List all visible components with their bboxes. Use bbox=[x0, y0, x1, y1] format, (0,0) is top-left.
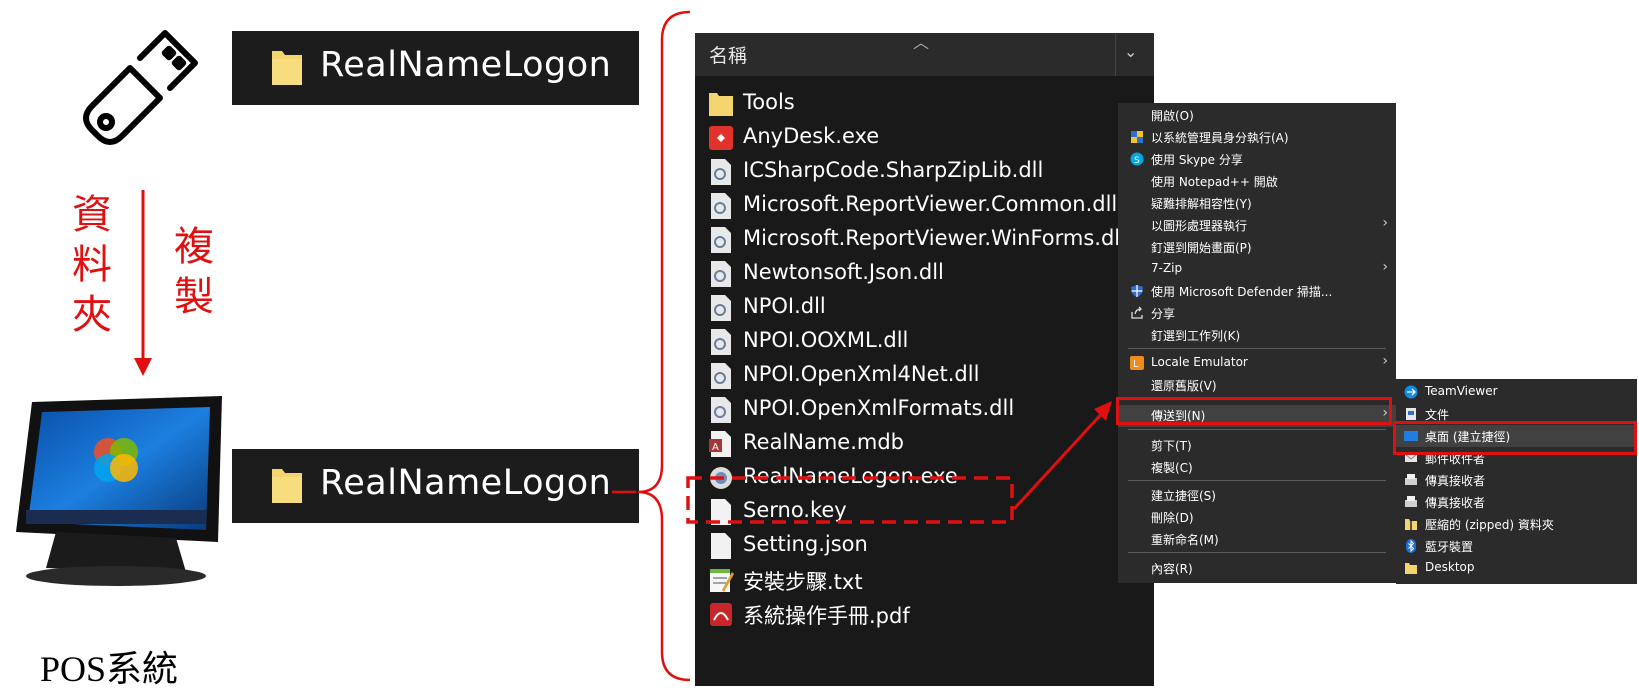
menu-item-skype-share[interactable]: S 使用 Skype 分享 bbox=[1118, 149, 1396, 169]
anydesk-icon bbox=[709, 126, 733, 150]
pos-folder-bar: RealNameLogon bbox=[232, 449, 639, 523]
context-menu: 開啟(O) 以系統管理員身分執行(A) S 使用 Skype 分享 使用 Not… bbox=[1118, 103, 1396, 583]
menu-item-pin-taskbar[interactable]: 釘選到工作列(K) bbox=[1118, 325, 1396, 345]
menu-item-run-as-admin[interactable]: 以系統管理員身分執行(A) bbox=[1118, 127, 1396, 147]
menu-separator bbox=[1128, 429, 1386, 430]
dll-icon bbox=[711, 295, 731, 321]
folder-icon bbox=[272, 51, 302, 85]
pos-system-label: POS系統 bbox=[40, 649, 179, 689]
usb-folder-bar: RealNameLogon bbox=[232, 31, 639, 105]
desktop-shortcut-highlight-box bbox=[1393, 421, 1637, 455]
menu-item-notepadpp[interactable]: 使用 Notepad++ 開啟 bbox=[1118, 171, 1396, 191]
sort-ascending-icon: ︿ bbox=[913, 33, 930, 52]
chevron-right-icon: › bbox=[1382, 215, 1388, 231]
dll-icon bbox=[711, 261, 731, 287]
skype-icon: S bbox=[1130, 152, 1144, 166]
file-item-dll[interactable]: Newtonsoft.Json.dll bbox=[708, 257, 1148, 291]
file-item-dll[interactable]: ICSharpCode.SharpZipLib.dll bbox=[708, 155, 1148, 189]
chevron-down-icon[interactable]: ⌄ bbox=[1124, 42, 1137, 61]
document-icon bbox=[1406, 408, 1416, 420]
menu-item-cut[interactable]: 剪下(T) bbox=[1118, 435, 1396, 455]
menu-item-delete[interactable]: 刪除(D) bbox=[1118, 507, 1396, 527]
send-to-zip-folder[interactable]: 壓縮的 (zipped) 資料夾 bbox=[1396, 513, 1637, 535]
file-item-dll[interactable]: NPOI.OOXML.dll bbox=[708, 325, 1148, 359]
menu-item-properties[interactable]: 內容(R) bbox=[1118, 558, 1396, 578]
menu-item-open[interactable]: 開啟(O) bbox=[1118, 105, 1396, 125]
column-header-name[interactable]: ︿ 名稱 ⌄ bbox=[695, 33, 1154, 76]
copy-caption-left: 資 料 夾 bbox=[72, 192, 112, 338]
svg-text:S: S bbox=[1134, 156, 1140, 166]
folder-name: RealNameLogon bbox=[320, 463, 612, 503]
pdf-icon bbox=[710, 603, 732, 626]
menu-item-restore-previous[interactable]: 還原舊版(V) bbox=[1118, 375, 1396, 395]
send-to-submenu: TeamViewer 文件 桌面 (建立捷徑) 郵件收件者 傳真接收者 傳真接收… bbox=[1396, 379, 1637, 584]
menu-separator bbox=[1128, 480, 1386, 481]
svg-text:L: L bbox=[1133, 359, 1139, 370]
usb-drive-icon bbox=[83, 30, 198, 145]
bluetooth-icon bbox=[1406, 539, 1416, 553]
blank-file-icon bbox=[711, 533, 731, 559]
exe-highlight-box bbox=[686, 476, 1014, 524]
teamviewer-icon bbox=[1404, 385, 1418, 399]
send-to-arrow bbox=[1012, 401, 1112, 511]
menu-item-run-with-gpu[interactable]: 以圖形處理器執行 › bbox=[1118, 215, 1396, 235]
file-explorer-pane: ︿ 名稱 ⌄ Tools AnyDesk.exe ICSharpCode.Sha… bbox=[695, 33, 1154, 686]
pos-terminal-icon bbox=[16, 396, 222, 586]
send-to-bluetooth[interactable]: 藍牙裝置 bbox=[1396, 535, 1637, 557]
menu-separator bbox=[1128, 552, 1386, 553]
file-item-anydesk[interactable]: AnyDesk.exe bbox=[708, 121, 1148, 155]
file-item-json[interactable]: Setting.json bbox=[708, 529, 1148, 563]
menu-item-share[interactable]: 分享 bbox=[1118, 303, 1396, 323]
contents-brace bbox=[612, 10, 691, 682]
dll-icon bbox=[711, 159, 731, 185]
dll-icon bbox=[711, 397, 731, 423]
file-item-pdf[interactable]: 系統操作手冊.pdf bbox=[708, 597, 1148, 631]
dll-icon bbox=[711, 193, 731, 219]
folder-icon bbox=[272, 469, 302, 503]
column-separator bbox=[1115, 33, 1116, 76]
send-to-fax-recipient[interactable]: 傳真接收者 bbox=[1396, 491, 1637, 513]
notepad-icon bbox=[710, 569, 734, 592]
folder-name: RealNameLogon bbox=[320, 45, 612, 85]
folder-icon bbox=[1405, 563, 1417, 574]
zip-folder-icon bbox=[1405, 519, 1417, 530]
folder-icon bbox=[709, 93, 733, 116]
fax-icon bbox=[1405, 474, 1417, 485]
menu-item-create-shortcut[interactable]: 建立捷徑(S) bbox=[1118, 485, 1396, 505]
menu-item-defender-scan[interactable]: 使用 Microsoft Defender 掃描... bbox=[1118, 281, 1396, 301]
copy-arrow bbox=[134, 190, 152, 376]
dll-icon bbox=[711, 227, 731, 253]
send-to-teamviewer[interactable]: TeamViewer bbox=[1396, 381, 1637, 403]
shield-icon bbox=[1131, 131, 1143, 143]
file-item-dll[interactable]: NPOI.dll bbox=[708, 291, 1148, 325]
chevron-right-icon: › bbox=[1382, 259, 1388, 275]
menu-item-7zip[interactable]: 7-Zip › bbox=[1118, 259, 1396, 279]
send-to-fax-recipient[interactable]: 傳真接收者 bbox=[1396, 469, 1637, 491]
menu-item-troubleshoot[interactable]: 疑難排解相容性(Y) bbox=[1118, 193, 1396, 213]
file-item-dll[interactable]: Microsoft.ReportViewer.Common.dll bbox=[708, 189, 1148, 223]
access-db-icon: A bbox=[709, 431, 731, 457]
file-item-dll[interactable]: Microsoft.ReportViewer.WinForms.dll bbox=[708, 223, 1148, 257]
file-item-dll[interactable]: NPOI.OpenXml4Net.dll bbox=[708, 359, 1148, 393]
chevron-right-icon: › bbox=[1382, 353, 1388, 369]
defender-icon bbox=[1131, 285, 1143, 297]
file-item-txt[interactable]: 安裝步驟.txt bbox=[708, 563, 1148, 597]
locale-emulator-icon: L bbox=[1130, 356, 1144, 370]
menu-item-copy[interactable]: 複製(C) bbox=[1118, 457, 1396, 477]
dll-icon bbox=[711, 329, 731, 355]
svg-text:A: A bbox=[712, 442, 719, 453]
menu-item-pin-start[interactable]: 釘選到開始畫面(P) bbox=[1118, 237, 1396, 257]
fax-icon bbox=[1405, 496, 1417, 507]
send-to-highlight-box bbox=[1116, 397, 1392, 425]
dll-icon bbox=[711, 363, 731, 389]
menu-item-rename[interactable]: 重新命名(M) bbox=[1118, 529, 1396, 549]
copy-caption-right: 複 製 bbox=[174, 224, 214, 320]
menu-item-locale-emulator[interactable]: L Locale Emulator › bbox=[1118, 353, 1396, 373]
send-to-desktop-folder[interactable]: Desktop bbox=[1396, 557, 1637, 579]
menu-separator bbox=[1128, 348, 1386, 349]
share-icon bbox=[1131, 306, 1143, 319]
file-item-tools[interactable]: Tools bbox=[708, 87, 1148, 121]
